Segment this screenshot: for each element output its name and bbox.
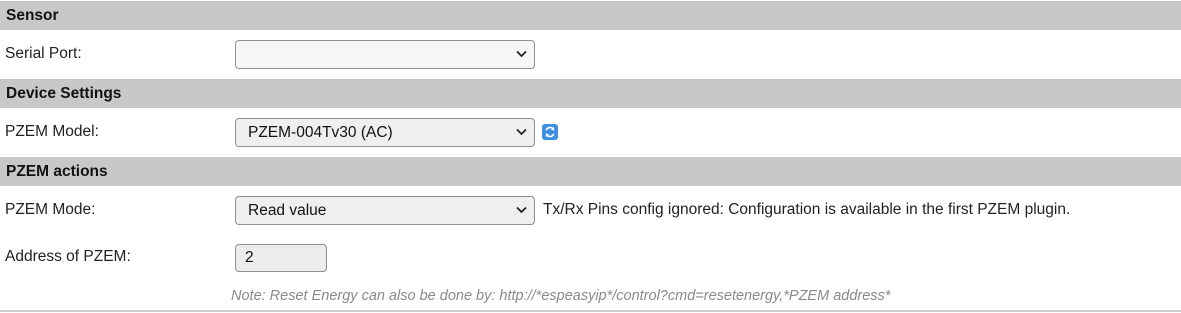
- pzem-model-value: PZEM-004Tv30 (AC): [248, 124, 393, 141]
- pzem-address-label: Address of PZEM:: [5, 248, 131, 265]
- chevron-down-icon: [516, 50, 527, 58]
- refresh-arrows-icon: [545, 126, 555, 138]
- pzem-model-select[interactable]: PZEM-004Tv30 (AC): [235, 118, 535, 147]
- refresh-icon[interactable]: [542, 124, 558, 140]
- pzem-mode-label: PZEM Mode:: [5, 201, 96, 218]
- pzem-mode-value: Read value: [248, 202, 327, 219]
- serial-port-select[interactable]: [235, 40, 535, 69]
- chevron-down-icon: [516, 206, 527, 214]
- section-header-pzem-actions: PZEM actions: [0, 157, 1181, 186]
- pzem-address-input[interactable]: 2: [235, 244, 327, 272]
- pzem-mode-note: Tx/Rx Pins config ignored: Configuration…: [543, 201, 1071, 218]
- chevron-down-icon: [516, 128, 527, 136]
- reset-energy-note: Note: Reset Energy can also be done by: …: [231, 288, 891, 304]
- serial-port-label: Serial Port:: [5, 45, 82, 62]
- divider: [0, 310, 1181, 312]
- section-header-device-settings: Device Settings: [0, 79, 1181, 108]
- pzem-mode-select[interactable]: Read value: [235, 196, 535, 225]
- plugin-settings-form: Sensor Serial Port: Device Settings PZEM…: [0, 0, 1181, 313]
- pzem-model-label: PZEM Model:: [5, 123, 99, 140]
- section-header-sensor: Sensor: [0, 1, 1181, 30]
